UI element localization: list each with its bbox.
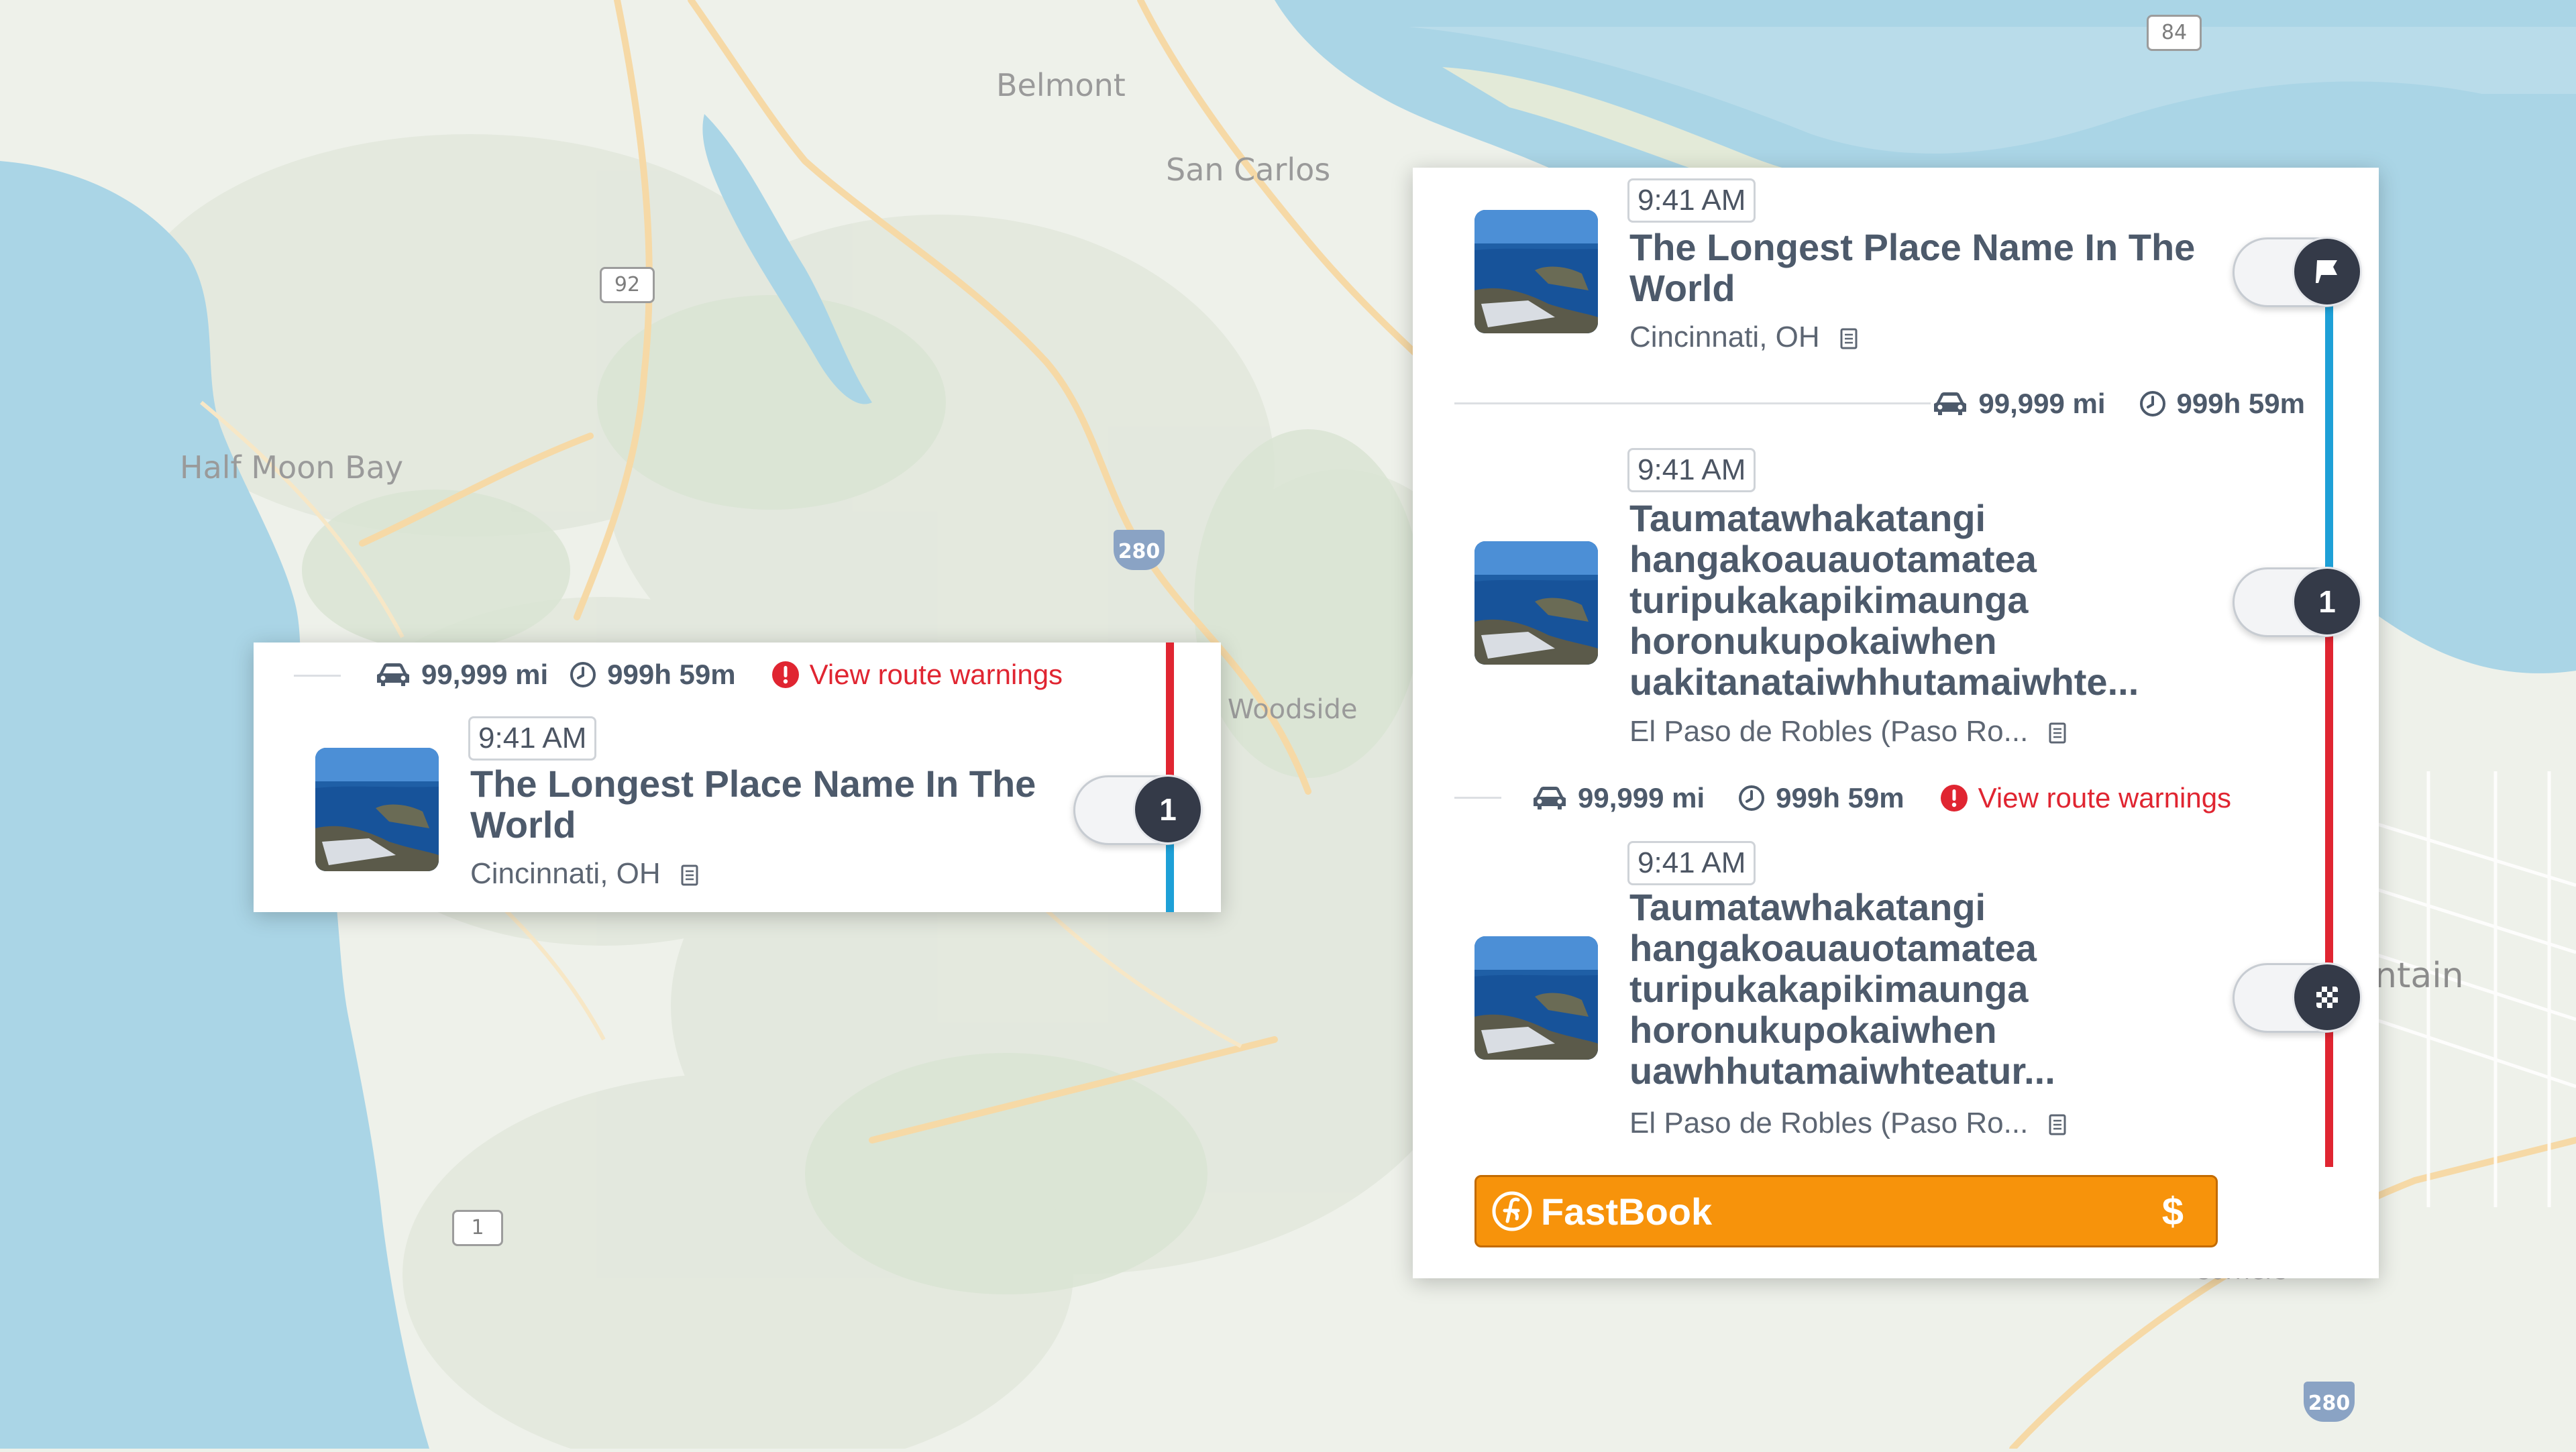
city-label: Cincinnati, OH — [470, 857, 661, 890]
leg-divider — [1454, 402, 1931, 404]
stop-toggle[interactable] — [2233, 237, 2362, 307]
distance-value: 99,999 mi — [421, 659, 549, 690]
distance-value: 99,999 mi — [1578, 782, 1705, 814]
clock-icon — [570, 662, 596, 687]
stop-toggle[interactable]: 1 — [1073, 775, 1203, 845]
place-name-line: horonukupokaiwhen — [1629, 620, 1997, 662]
stop-toggle[interactable] — [2233, 962, 2362, 1033]
flag-icon — [2316, 260, 2337, 283]
place-photo — [1474, 541, 1598, 665]
route-shield-1: 1 — [452, 1210, 503, 1246]
map-label-san-carlos: San Carlos — [1166, 152, 1331, 188]
leg-divider — [294, 675, 341, 677]
interstate-shield-280: 280 — [1114, 530, 1165, 570]
car-icon — [1934, 392, 1967, 415]
place-name: The Longest Place Name In The World — [470, 763, 1036, 846]
route-line-leg2 — [2325, 630, 2333, 1167]
duration-value: 999h 59m — [607, 659, 736, 690]
map-label-half-moon-bay: Half Moon Bay — [180, 449, 404, 486]
arrival-time: 9:41 AM — [468, 716, 597, 761]
route-stop-card-left[interactable]: 99,999 mi 999h 59m View route warnings 9… — [254, 643, 1221, 912]
place-photo — [1474, 936, 1598, 1060]
place-city: El Paso de Robles (Paso Ro... — [1629, 715, 2066, 748]
duration-value: 999h 59m — [2176, 388, 2305, 419]
place-name-line: Taumatawhakatangi — [1629, 886, 1986, 928]
alert-icon — [771, 661, 799, 688]
route-warnings-label: View route warnings — [809, 659, 1063, 690]
checkered-flag-icon — [2316, 987, 2338, 1008]
document-icon[interactable] — [1840, 328, 1858, 349]
stop-number-badge: 1 — [2292, 567, 2362, 636]
fastbook-logo-icon — [1492, 1191, 1532, 1231]
leg-stats: 99,999 mi 999h 59m View route warnings — [1531, 778, 2231, 818]
fastbook-label: FastBook — [1541, 1190, 1713, 1233]
clock-icon — [1739, 785, 1765, 811]
place-name: The Longest Place Name In The World — [1629, 226, 2196, 309]
duration-stat: 999h 59m — [1737, 782, 1904, 814]
place-name: Taumatawhakatangi hangakoauauotamatea tu… — [1629, 887, 2233, 1091]
leg-divider — [1454, 797, 1501, 799]
duration-value: 999h 59m — [1776, 782, 1904, 814]
route-warnings-link[interactable]: View route warnings — [771, 659, 1063, 691]
place-photo — [315, 748, 439, 871]
arrival-time: 9:41 AM — [1627, 178, 1756, 223]
clock-icon — [2139, 391, 2165, 416]
fastbook-button[interactable]: FastBook $ — [1474, 1175, 2218, 1247]
route-shield-92: 92 — [600, 267, 655, 303]
stop-toggle[interactable]: 1 — [2233, 567, 2362, 637]
distance-value: 99,999 mi — [1978, 388, 2106, 419]
arrival-time: 9:41 AM — [1627, 448, 1756, 492]
duration-stat: 999h 59m — [2138, 388, 2305, 420]
car-icon — [1534, 787, 1566, 809]
document-icon[interactable] — [2049, 722, 2066, 744]
place-name-line: Taumatawhakatangi — [1629, 497, 1986, 539]
map-label-woodside: Woodside — [1228, 694, 1358, 725]
city-label: El Paso de Robles (Paso Ro... — [1629, 715, 2029, 748]
place-name-line: hangakoauauotamatea — [1629, 927, 2037, 969]
map-label-belmont: Belmont — [996, 67, 1126, 103]
leg-stats: 99,999 mi 999h 59m View route warnings — [374, 655, 1063, 695]
place-city: Cincinnati, OH — [470, 857, 698, 891]
place-name-line: turipukakapikimaunga — [1629, 968, 2029, 1010]
place-city: Cincinnati, OH — [1629, 321, 1858, 354]
city-label: El Paso de Robles (Paso Ro... — [1629, 1107, 2029, 1139]
route-shield-84: 84 — [2147, 15, 2202, 51]
place-photo — [1474, 210, 1598, 333]
route-warnings-label: View route warnings — [1978, 782, 2232, 814]
place-name-line: hangakoauauotamatea — [1629, 538, 2037, 580]
price-icon: $ — [2161, 1189, 2184, 1233]
place-name-line: horonukupokaiwhen — [1629, 1009, 1997, 1051]
place-city: El Paso de Robles (Paso Ro... — [1629, 1107, 2066, 1140]
map-label-mountain-view: ntain — [2375, 956, 2464, 996]
alert-icon — [1940, 785, 1968, 812]
route-warnings-link[interactable]: View route warnings — [1939, 782, 2231, 814]
distance-stat: 99,999 mi — [1531, 782, 1705, 814]
destination-badge — [2292, 962, 2362, 1032]
place-name-line: uawhhutamaiwhteatur... — [1629, 1050, 2055, 1092]
distance-stat: 99,999 mi — [374, 659, 548, 691]
arrival-time: 9:41 AM — [1627, 841, 1756, 885]
leg-stats: 99,999 mi 999h 59m — [1894, 384, 2305, 424]
city-label: Cincinnati, OH — [1629, 321, 1820, 353]
interstate-shield-280-south: 280 — [2304, 1382, 2355, 1422]
place-name-line: uakitanataiwhhutamaiwhte... — [1629, 661, 2139, 703]
route-stops-card-right[interactable]: 9:41 AM The Longest Place Name In The Wo… — [1413, 168, 2379, 1278]
place-name: Taumatawhakatangi hangakoauauotamatea tu… — [1629, 498, 2233, 702]
stop-number-badge: 1 — [1133, 775, 1203, 844]
distance-stat: 99,999 mi — [1931, 388, 2106, 420]
car-icon — [377, 663, 409, 686]
document-icon[interactable] — [2049, 1114, 2066, 1135]
origin-badge — [2292, 237, 2362, 306]
document-icon[interactable] — [681, 864, 698, 886]
place-name-line: turipukakapikimaunga — [1629, 579, 2029, 621]
duration-stat: 999h 59m — [568, 659, 736, 691]
